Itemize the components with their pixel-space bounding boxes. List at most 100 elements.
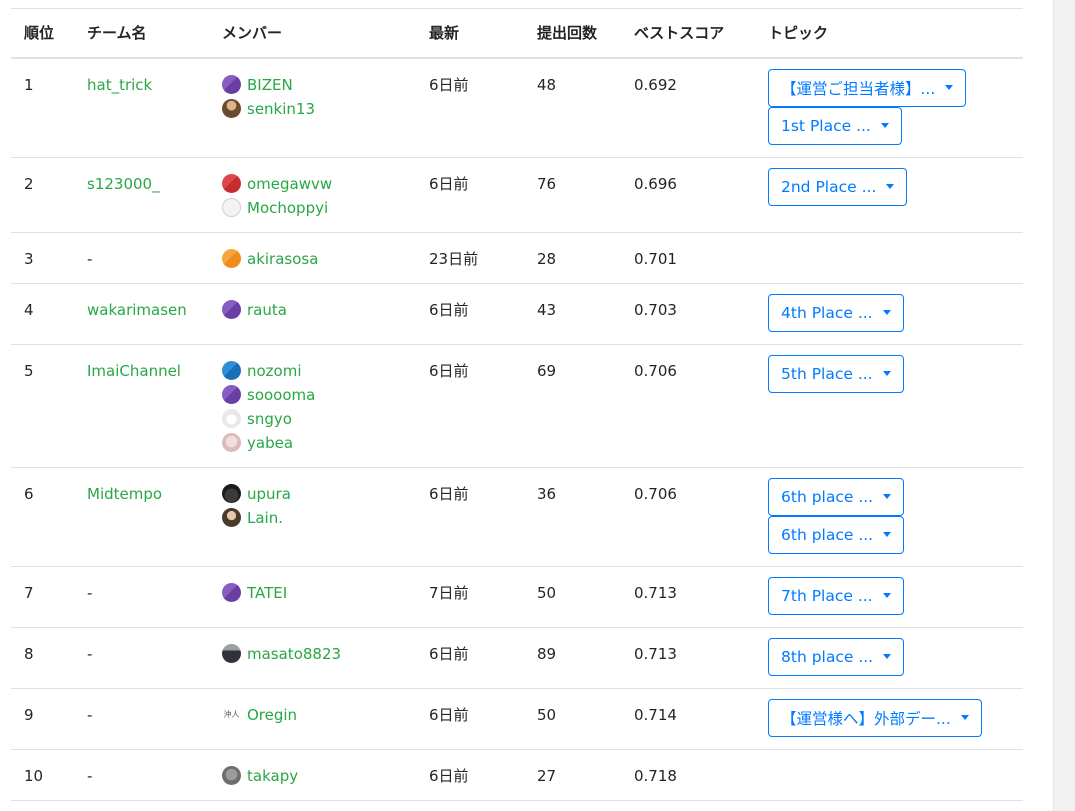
- topic-dropdown-button[interactable]: 5th Place ...: [768, 354, 904, 393]
- topic-dropdown-button[interactable]: 【運営様へ】外部デー...: [768, 698, 982, 737]
- avatar[interactable]: [222, 198, 241, 217]
- member-link[interactable]: BIZEN: [247, 73, 293, 97]
- table-row: 10- takapy 6日前 27 0.718: [11, 749, 1023, 801]
- submissions-cell: 76: [524, 157, 621, 233]
- topics-cell: 8th place ...: [755, 627, 1023, 689]
- submissions-cell: 69: [524, 344, 621, 468]
- topic-dropdown-button[interactable]: 7th Place ...: [768, 576, 904, 615]
- best-score-cell: 0.713: [621, 627, 755, 689]
- team-link[interactable]: wakarimasen: [87, 301, 187, 319]
- latest-cell: 6日前: [416, 344, 524, 468]
- rank-cell: 8: [11, 627, 74, 689]
- best-score-cell: 0.706: [621, 344, 755, 468]
- table-row: 4 wakarimasen rauta 6日前 43 0.703 4th Place ...: [11, 283, 1023, 345]
- avatar[interactable]: [222, 361, 241, 380]
- member-link[interactable]: yabea: [247, 431, 293, 455]
- avatar[interactable]: [222, 174, 241, 193]
- caret-down-icon: [882, 371, 891, 376]
- team-cell: Midtempo: [74, 467, 209, 567]
- member-link[interactable]: Mochoppyi: [247, 196, 328, 220]
- member-link[interactable]: omegawvw: [247, 172, 332, 196]
- team-link[interactable]: ImaiChannel: [87, 362, 181, 380]
- member-link[interactable]: nozomi: [247, 359, 302, 383]
- rank-cell: 4: [11, 283, 74, 345]
- avatar[interactable]: [222, 75, 241, 94]
- topics-cell: 7th Place ...: [755, 566, 1023, 628]
- member-link[interactable]: senkin13: [247, 97, 315, 121]
- topic-dropdown-button[interactable]: 6th place ...: [768, 515, 905, 554]
- member-link[interactable]: rauta: [247, 298, 287, 322]
- member-link[interactable]: sngyo: [247, 407, 292, 431]
- members-cell: nozomi sooooma sngyo yabea: [209, 344, 416, 468]
- avatar[interactable]: [222, 644, 241, 663]
- avatar[interactable]: [222, 484, 241, 503]
- team-name: -: [87, 644, 93, 663]
- topic-label: 2nd Place ...: [781, 177, 877, 196]
- team-name: -: [87, 766, 93, 785]
- member-link[interactable]: akirasosa: [247, 247, 318, 271]
- avatar[interactable]: [222, 300, 241, 319]
- avatar[interactable]: [222, 385, 241, 404]
- member-item: akirasosa: [222, 247, 416, 271]
- topic-label: 1st Place ...: [781, 116, 871, 135]
- team-link[interactable]: Midtempo: [87, 485, 162, 503]
- member-link[interactable]: TATEI: [247, 581, 287, 605]
- avatar[interactable]: [222, 583, 241, 602]
- best-score-cell: 0.692: [621, 57, 755, 158]
- topic-dropdown-button[interactable]: 2nd Place ...: [768, 167, 908, 206]
- table-row: 5 ImaiChannel nozomi sooooma sngyo yabea 6日前 69…: [11, 344, 1023, 468]
- submissions-cell: 36: [524, 467, 621, 567]
- rank-cell: 9: [11, 688, 74, 750]
- topic-dropdown-button[interactable]: 4th Place ...: [768, 293, 904, 332]
- topics-cell: 6th place ... 6th place ...: [755, 467, 1023, 567]
- team-link[interactable]: hat_trick: [87, 76, 152, 94]
- member-item: masato8823: [222, 642, 416, 666]
- avatar[interactable]: [222, 508, 241, 527]
- member-link[interactable]: sooooma: [247, 383, 315, 407]
- member-item: yabea: [222, 431, 416, 455]
- member-item: takapy: [222, 764, 416, 788]
- team-cell: ImaiChannel: [74, 344, 209, 468]
- topic-stack: 4th Place ...: [768, 293, 1023, 332]
- topic-dropdown-button[interactable]: 【運営ご担当者様】...: [768, 68, 967, 107]
- avatar[interactable]: [222, 99, 241, 118]
- avatar[interactable]: [222, 766, 241, 785]
- avatar[interactable]: [222, 409, 241, 428]
- member-item: omegawvw: [222, 172, 416, 196]
- scrollbar-track[interactable]: [1053, 0, 1075, 811]
- header-submissions[interactable]: 提出回数: [524, 8, 621, 59]
- member-link[interactable]: upura: [247, 482, 291, 506]
- submissions-cell: 48: [524, 57, 621, 158]
- member-link[interactable]: Oregin: [247, 703, 297, 727]
- member-link[interactable]: masato8823: [247, 642, 341, 666]
- table-row: 8- masato8823 6日前 89 0.713 8th place ...: [11, 627, 1023, 689]
- topic-dropdown-button[interactable]: 1st Place ...: [768, 106, 902, 145]
- team-name: -: [87, 583, 93, 602]
- avatar[interactable]: [222, 433, 241, 452]
- topic-stack: 7th Place ...: [768, 576, 1023, 615]
- member-item: senkin13: [222, 97, 416, 121]
- member-link[interactable]: takapy: [247, 764, 298, 788]
- header-latest[interactable]: 最新: [416, 8, 524, 59]
- member-link[interactable]: Lain.: [247, 506, 283, 530]
- caret-down-icon: [960, 715, 969, 720]
- team-cell: -: [74, 627, 209, 689]
- header-best-score[interactable]: ベストスコア: [621, 8, 755, 59]
- latest-cell: 6日前: [416, 157, 524, 233]
- header-team[interactable]: チーム名: [74, 8, 209, 59]
- table-row: 6 Midtempo upura Lain. 6日前 36 0.706 6th place .…: [11, 467, 1023, 567]
- topic-dropdown-button[interactable]: 6th place ...: [768, 477, 905, 516]
- team-cell: s123000_: [74, 157, 209, 233]
- topic-dropdown-button[interactable]: 8th place ...: [768, 637, 905, 676]
- member-item: Lain.: [222, 506, 416, 530]
- topic-label: 4th Place ...: [781, 303, 873, 322]
- avatar[interactable]: 沖人: [222, 705, 241, 724]
- header-rank[interactable]: 順位: [11, 8, 74, 59]
- members-cell: omegawvw Mochoppyi: [209, 157, 416, 233]
- avatar[interactable]: [222, 249, 241, 268]
- submissions-cell: 50: [524, 566, 621, 628]
- team-link[interactable]: s123000_: [87, 175, 160, 193]
- latest-cell: 6日前: [416, 467, 524, 567]
- member-item: upura: [222, 482, 416, 506]
- rank-cell: 2: [11, 157, 74, 233]
